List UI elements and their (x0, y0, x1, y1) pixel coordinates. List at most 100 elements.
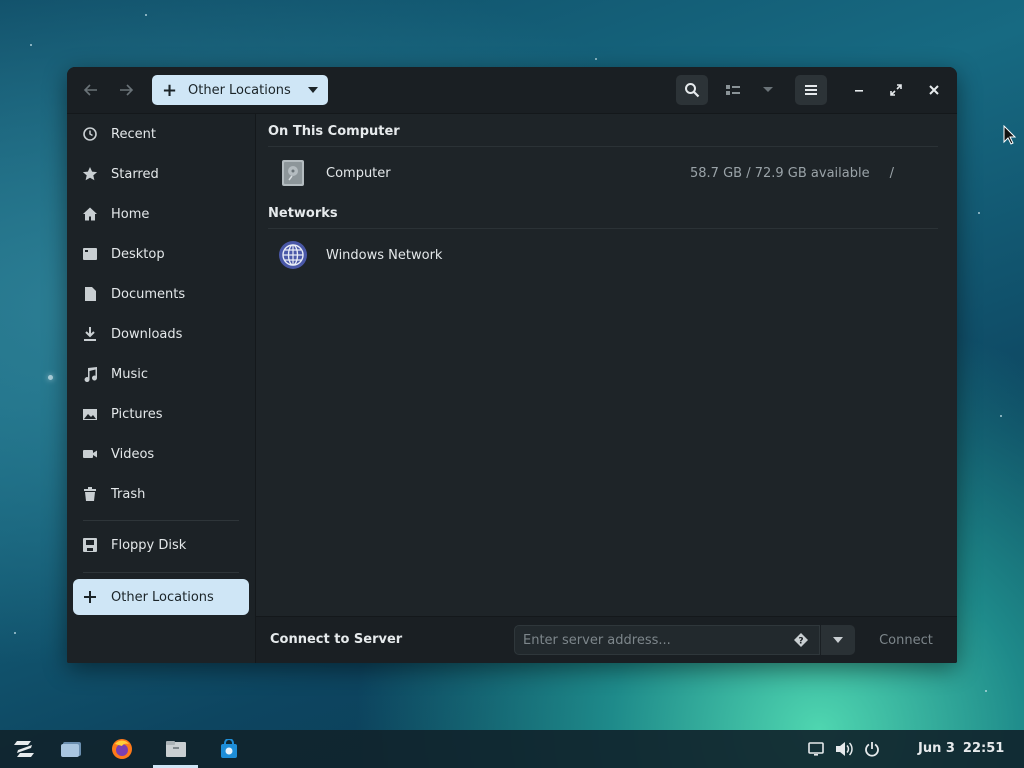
view-toggle-button[interactable] (720, 75, 746, 105)
section-title-networks: Networks (268, 206, 338, 221)
star (985, 690, 987, 692)
location-space-info: 58.7 GB / 72.9 GB available (690, 165, 870, 181)
path-label: Other Locations (188, 82, 291, 98)
sidebar-item-desktop[interactable]: Desktop (73, 236, 249, 272)
search-icon (685, 83, 700, 98)
sidebar-item-label: Music (111, 366, 148, 382)
sidebar-item-videos[interactable]: Videos (73, 436, 249, 472)
close-button[interactable] (921, 75, 947, 105)
sidebar-item-home[interactable]: Home (73, 196, 249, 232)
section-title-on-this-computer: On This Computer (268, 124, 400, 139)
sidebar-item-label: Videos (111, 446, 155, 462)
shopping-bag-icon (221, 739, 237, 758)
chevron-down-icon (833, 637, 843, 643)
location-row-computer[interactable]: Computer 58.7 GB / 72.9 GB available / (268, 153, 938, 193)
server-address-input[interactable] (514, 625, 820, 655)
clock-time: 22:51 (962, 741, 1005, 756)
help-icon[interactable]: ? (794, 633, 808, 647)
clock-date: Jun 3 (918, 741, 955, 756)
app-menu-button[interactable] (6, 734, 42, 764)
star-icon (82, 166, 98, 182)
firefox-launcher[interactable] (104, 734, 140, 764)
files-launcher[interactable] (158, 734, 194, 764)
plus-icon: + (162, 79, 178, 101)
sidebar-item-documents[interactable]: Documents (73, 276, 249, 312)
sidebar-item-other-locations[interactable]: Other Locations (73, 579, 249, 615)
maximize-button[interactable] (883, 75, 909, 105)
volume-icon (836, 742, 853, 756)
chevron-down-icon (308, 87, 318, 93)
location-row-windows-network[interactable]: Windows Network (268, 235, 938, 275)
location-mount-path: / (889, 165, 894, 181)
desktop-icon (82, 246, 98, 262)
zorin-logo-icon (14, 741, 34, 757)
sidebar-item-label: Starred (111, 166, 159, 182)
location-name: Windows Network (326, 247, 443, 263)
connect-to-server-bar: Connect to Server ? Connect (256, 616, 957, 663)
sidebar-item-pictures[interactable]: Pictures (73, 396, 249, 432)
sidebar-item-downloads[interactable]: Downloads (73, 316, 249, 352)
sidebar-item-label: Recent (111, 126, 156, 142)
video-icon (82, 446, 98, 462)
arrow-left-icon (83, 84, 97, 96)
location-name: Computer (326, 165, 391, 181)
screen-icon (808, 742, 824, 756)
document-icon (82, 286, 98, 302)
files-icon (166, 741, 186, 757)
volume-indicator[interactable] (834, 739, 854, 759)
sidebar-separator (83, 572, 239, 573)
star (30, 44, 32, 46)
sidebar-item-label: Trash (111, 486, 146, 502)
connect-to-server-label: Connect to Server (270, 632, 403, 647)
section-divider (268, 228, 938, 229)
mouse-cursor-icon (1003, 125, 1017, 145)
harddisk-icon (278, 158, 308, 188)
sidebar-item-recent[interactable]: Recent (73, 116, 249, 152)
star (595, 58, 597, 60)
location-path-button[interactable]: + Other Locations (152, 75, 328, 105)
section-divider (268, 146, 938, 147)
hamburger-menu-icon (805, 85, 817, 95)
sidebar-item-music[interactable]: Music (73, 356, 249, 392)
close-icon (929, 85, 939, 95)
globe-icon (278, 240, 308, 270)
star (1000, 415, 1002, 417)
chevron-down-icon (763, 87, 773, 92)
connect-button[interactable]: Connect (868, 625, 944, 655)
firefox-icon (112, 739, 132, 759)
recent-servers-dropdown[interactable] (821, 625, 855, 655)
clock[interactable]: Jun 3 22:51 (918, 741, 1004, 756)
clock-icon (82, 126, 98, 142)
maximize-icon (890, 84, 902, 96)
music-icon (82, 366, 98, 382)
sidebar-item-label: Other Locations (111, 589, 214, 605)
sidebar-item-label: Pictures (111, 406, 163, 422)
sidebar-separator (83, 520, 239, 521)
sidebar-item-label: Desktop (111, 246, 165, 262)
main-menu-button[interactable] (795, 75, 827, 105)
locations-view: On This Computer Computer 58.7 GB / 72.9… (256, 114, 957, 616)
sidebar-item-starred[interactable]: Starred (73, 156, 249, 192)
display-indicator[interactable] (806, 739, 826, 759)
sidebar-item-label: Documents (111, 286, 186, 302)
minimize-icon (855, 90, 863, 92)
search-button[interactable] (676, 75, 708, 105)
minimize-button[interactable] (846, 75, 872, 105)
back-button[interactable] (77, 75, 105, 105)
view-options-button[interactable] (757, 75, 779, 105)
star (48, 375, 53, 380)
sidebar-item-trash[interactable]: Trash (73, 476, 249, 512)
workspace-switcher-button[interactable] (54, 734, 90, 764)
power-menu-button[interactable] (862, 739, 882, 759)
file-manager-window: + Other Locations Recent Starred Home De… (67, 67, 957, 663)
picture-icon (82, 406, 98, 422)
floppy-icon (82, 537, 98, 553)
sidebar-item-label: Home (111, 206, 150, 222)
forward-button[interactable] (112, 75, 140, 105)
plus-icon (82, 589, 98, 605)
star (145, 14, 147, 16)
sidebar-item-label: Downloads (111, 326, 183, 342)
software-store-launcher[interactable] (211, 734, 247, 764)
svg-text:?: ? (798, 637, 803, 647)
sidebar-item-floppy-disk[interactable]: Floppy Disk (73, 527, 249, 563)
